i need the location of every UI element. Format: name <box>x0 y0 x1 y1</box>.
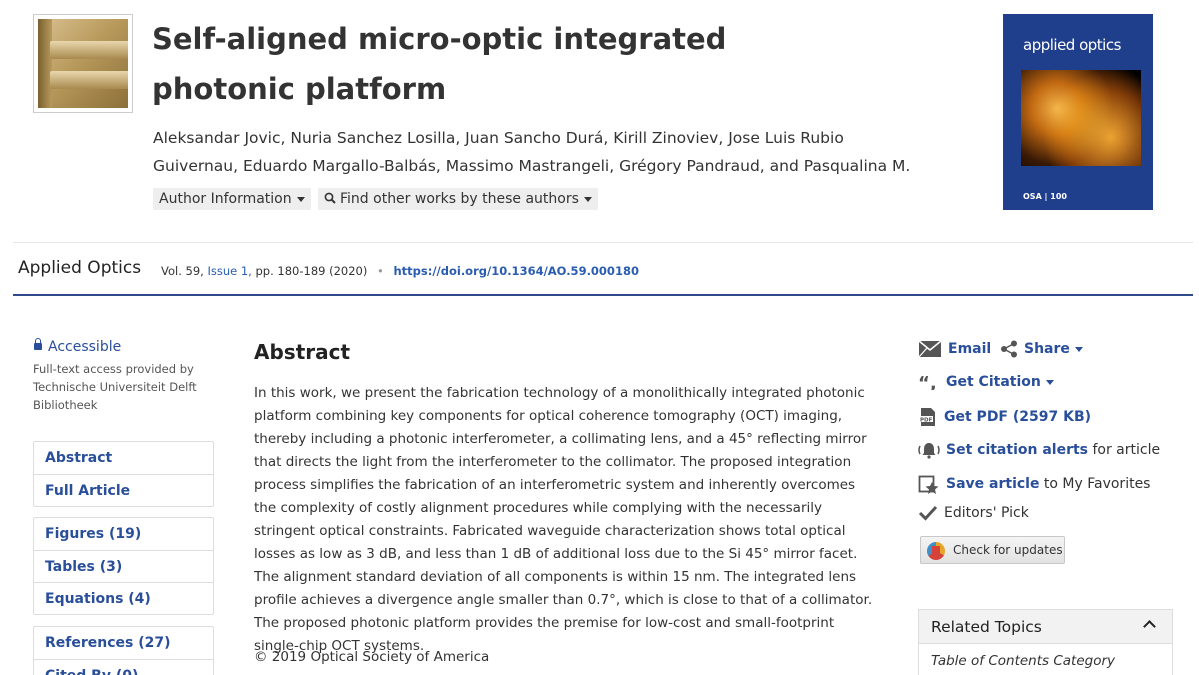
get-pdf-label: Get PDF (2597 KB) <box>944 409 1092 425</box>
cover-issue-strip <box>1003 14 1153 34</box>
thumbnail-bar <box>50 41 128 59</box>
svg-text:“,: “, <box>918 374 937 390</box>
related-topics-category: Table of Contents Category <box>931 653 1116 669</box>
save-favorite-icon <box>918 475 939 494</box>
pdf-icon: PDF <box>919 408 935 426</box>
caret-down-icon <box>1045 379 1054 385</box>
get-pdf-button[interactable]: PDF Get PDF (2597 KB) <box>918 407 1091 427</box>
search-icon <box>324 192 336 204</box>
check-for-updates-button[interactable]: Check for updates <box>920 536 1065 564</box>
caret-down-icon <box>296 196 305 202</box>
article-nav-group: References (27) Cited By (0) <box>33 626 214 675</box>
check-for-updates-label: Check for updates <box>953 543 1063 557</box>
abstract-heading: Abstract <box>254 340 351 364</box>
editors-pick-label: Editors' Pick <box>944 505 1029 521</box>
journal-divider <box>13 294 1193 296</box>
cover-image <box>1021 70 1141 166</box>
cover-publisher-logo: OSA | 100 <box>1023 192 1067 201</box>
thumbnail-bar <box>50 71 128 89</box>
copyright: © 2019 Optical Society of America <box>254 649 490 665</box>
divider <box>13 242 1193 243</box>
nav-item-references[interactable]: References (27) <box>34 627 213 659</box>
article-nav-group: Abstract Full Article <box>33 441 214 507</box>
email-button[interactable]: Email <box>918 340 991 358</box>
thumbnail-shading <box>38 19 52 108</box>
share-label: Share <box>1024 341 1070 357</box>
crossmark-icon <box>927 542 945 560</box>
article-thumbnail[interactable] <box>33 14 133 113</box>
find-other-works-button[interactable]: Find other works by these authors <box>318 188 598 210</box>
editors-pick: Editors' Pick <box>918 505 1029 521</box>
caret-down-icon <box>583 196 592 202</box>
article-title: Self-aligned micro-optic integrated phot… <box>152 22 727 106</box>
related-topics-panel: Related Topics Table of Contents Categor… <box>918 609 1173 675</box>
journal-cover[interactable]: applied optics OSA | 100 <box>1003 14 1153 210</box>
nav-item-figures[interactable]: Figures (19) <box>34 518 213 550</box>
access-status: Accessible <box>34 338 122 355</box>
volume: Vol. 59, <box>161 264 204 278</box>
caret-down-icon <box>1074 346 1083 352</box>
get-citation-label: Get Citation <box>946 374 1041 390</box>
save-article-suffix: to My Favorites <box>1039 476 1151 492</box>
separator-dot: • <box>377 264 384 278</box>
get-citation-button[interactable]: “, Get Citation <box>918 374 1054 390</box>
article-nav-group: Figures (19) Tables (3) Equations (4) <box>33 517 214 615</box>
author-information-label: Author Information <box>159 191 292 207</box>
journal-name[interactable]: Applied Optics <box>18 258 141 278</box>
set-citation-alerts-button[interactable]: Set citation alerts for article <box>918 440 1160 460</box>
journal-citation: Vol. 59, Issue 1, pp. 180-189 (2020) • h… <box>161 264 639 278</box>
author-information-button[interactable]: Author Information <box>153 188 311 210</box>
thumbnail-image <box>38 19 128 108</box>
nav-item-abstract[interactable]: Abstract <box>34 442 213 474</box>
checkmark-icon <box>918 505 938 521</box>
doi-link[interactable]: https://doi.org/10.1364/AO.59.000180 <box>393 264 638 278</box>
save-article-label: Save article <box>946 476 1040 492</box>
related-topics-header[interactable]: Related Topics <box>919 610 1172 644</box>
email-label: Email <box>948 341 992 357</box>
share-button[interactable]: Share <box>1000 340 1083 358</box>
access-note: Full-text access provided by Technische … <box>33 362 197 412</box>
nav-item-tables[interactable]: Tables (3) <box>34 550 213 582</box>
related-topics-heading: Related Topics <box>931 618 1042 636</box>
lock-icon <box>34 338 42 350</box>
nav-item-cited-by[interactable]: Cited By (0) <box>34 659 213 675</box>
abstract-text: In this work, we present the fabrication… <box>254 385 873 654</box>
issue-link[interactable]: Issue 1, <box>207 264 251 278</box>
quote-icon: “, <box>918 374 937 390</box>
nav-item-full-article[interactable]: Full Article <box>34 474 213 506</box>
envelope-icon <box>918 340 942 358</box>
access-label: Accessible <box>48 339 122 355</box>
find-other-works-label: Find other works by these authors <box>340 191 579 207</box>
set-alerts-label: Set citation alerts <box>946 442 1089 458</box>
nav-item-equations[interactable]: Equations (4) <box>34 582 213 614</box>
pages: pp. 180-189 <box>255 264 326 278</box>
save-article-button[interactable]: Save article to My Favorites <box>918 474 1150 494</box>
cover-journal-name: applied optics <box>1023 36 1121 54</box>
svg-text:PDF: PDF <box>920 418 933 424</box>
chevron-up-icon <box>1143 620 1156 633</box>
year: (2020) <box>329 264 368 278</box>
set-alerts-suffix: for article <box>1088 442 1161 458</box>
alert-icon <box>918 443 940 459</box>
share-icon <box>1001 340 1017 358</box>
